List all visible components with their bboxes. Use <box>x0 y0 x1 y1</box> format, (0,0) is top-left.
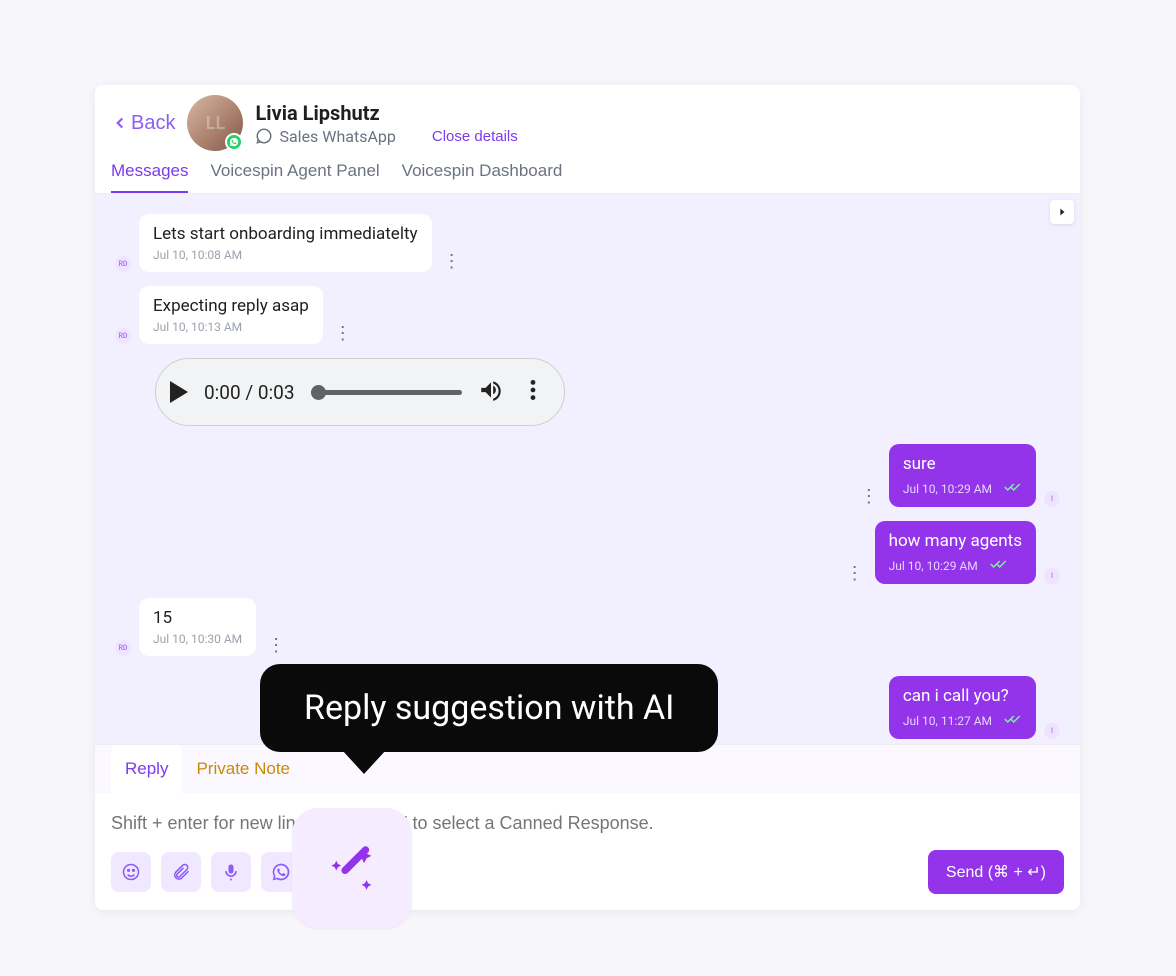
sender-avatar: RD <box>115 640 131 656</box>
chevron-left-icon <box>111 114 129 132</box>
whatsapp-icon <box>255 127 273 145</box>
message-bubble[interactable]: Expecting reply asap Jul 10, 10:13 AM <box>139 286 323 344</box>
message-bubble[interactable]: 15 Jul 10, 10:30 AM <box>139 598 256 656</box>
conversation-panel: Back LL Livia Lipshutz Sales WhatsApp Cl… <box>95 85 1080 910</box>
send-label: Send (⌘ + ↵) <box>946 862 1046 882</box>
message-text: how many agents <box>889 531 1022 551</box>
sender-avatar: RD <box>115 328 131 344</box>
message-menu[interactable]: ⋮ <box>857 486 881 507</box>
composer-toolbar <box>111 852 301 892</box>
message-menu[interactable]: ⋮ <box>264 635 288 656</box>
message-text: sure <box>903 454 1022 474</box>
chevron-right-icon <box>1057 207 1067 217</box>
ai-tooltip-text: Reply suggestion with AI <box>304 688 674 728</box>
message-menu[interactable]: ⋮ <box>331 323 355 344</box>
read-receipt-icon <box>990 555 1008 574</box>
message-row: RD Lets start onboarding immediatelty Ju… <box>115 214 1060 272</box>
conversation-header: Back LL Livia Lipshutz Sales WhatsApp Cl… <box>95 85 1080 151</box>
magic-wand-icon <box>323 839 381 897</box>
message-timestamp: Jul 10, 10:29 AM <box>889 559 978 573</box>
contact-info: Livia Lipshutz Sales WhatsApp Close deta… <box>255 101 517 146</box>
play-button[interactable] <box>170 381 188 403</box>
volume-button[interactable] <box>478 377 504 407</box>
sender-avatar: RD <box>115 256 131 272</box>
message-text: Lets start onboarding immediatelty <box>153 224 418 244</box>
composer: Reply Private Note <box>95 744 1080 910</box>
message-timestamp: Jul 10, 10:13 AM <box>153 320 309 334</box>
channel-label: Sales WhatsApp <box>279 127 395 146</box>
paperclip-icon <box>171 862 191 882</box>
messages-list: RD Lets start onboarding immediatelty Ju… <box>95 194 1080 744</box>
message-timestamp: Jul 10, 10:08 AM <box>153 248 418 262</box>
message-menu[interactable]: ⋮ <box>440 251 464 272</box>
emoji-icon <box>121 862 141 882</box>
message-text: can i call you? <box>903 686 1022 706</box>
audio-time: 0:00 / 0:03 <box>204 381 295 404</box>
sender-avatar: I <box>1044 491 1060 507</box>
message-text: Expecting reply asap <box>153 296 309 316</box>
ai-tooltip: Reply suggestion with AI <box>260 664 718 752</box>
whatsapp-badge <box>225 133 243 151</box>
sender-avatar: I <box>1044 723 1060 739</box>
close-details-button[interactable]: Close details <box>432 128 518 145</box>
message-row: ⋮ sure Jul 10, 10:29 AM I <box>115 444 1060 507</box>
tab-dashboard[interactable]: Voicespin Dashboard <box>402 161 563 193</box>
ai-reply-suggestion-button[interactable] <box>292 808 412 928</box>
read-receipt-icon <box>1004 710 1022 729</box>
send-button[interactable]: Send (⌘ + ↵) <box>928 850 1064 894</box>
contact-name: Livia Lipshutz <box>255 101 517 125</box>
message-row: RD Expecting reply asap Jul 10, 10:13 AM… <box>115 286 1060 344</box>
composer-tabs: Reply Private Note <box>95 745 1080 793</box>
whatsapp-icon <box>229 137 239 147</box>
composer-tab-private-note[interactable]: Private Note <box>182 745 304 793</box>
tab-messages[interactable]: Messages <box>111 161 188 193</box>
message-timestamp: Jul 10, 10:30 AM <box>153 632 242 646</box>
whatsapp-icon <box>271 862 291 882</box>
read-receipt-icon <box>1004 478 1022 497</box>
expand-sidebar-button[interactable] <box>1050 200 1074 224</box>
contact-avatar[interactable]: LL <box>187 95 243 151</box>
tab-agent-panel[interactable]: Voicespin Agent Panel <box>210 161 379 193</box>
emoji-button[interactable] <box>111 852 151 892</box>
message-row: RD 15 Jul 10, 10:30 AM ⋮ <box>115 598 1060 656</box>
voice-record-button[interactable] <box>211 852 251 892</box>
message-bubble[interactable]: Lets start onboarding immediatelty Jul 1… <box>139 214 432 272</box>
message-timestamp: Jul 10, 11:27 AM <box>903 714 992 728</box>
message-input[interactable] <box>111 797 1064 850</box>
message-bubble[interactable]: how many agents Jul 10, 10:29 AM <box>875 521 1036 584</box>
message-bubble[interactable]: can i call you? Jul 10, 11:27 AM <box>889 676 1036 739</box>
more-vertical-icon <box>520 377 546 403</box>
composer-tab-reply[interactable]: Reply <box>111 745 182 793</box>
sender-avatar: I <box>1044 568 1060 584</box>
volume-icon <box>478 377 504 403</box>
message-timestamp: Jul 10, 10:29 AM <box>903 482 992 496</box>
conversation-tabs: Messages Voicespin Agent Panel Voicespin… <box>95 151 1080 194</box>
audio-message[interactable]: 0:00 / 0:03 <box>155 358 565 426</box>
message-menu[interactable]: ⋮ <box>843 563 867 584</box>
microphone-icon <box>221 862 241 882</box>
message-text: 15 <box>153 608 242 628</box>
message-row: ⋮ how many agents Jul 10, 10:29 AM I <box>115 521 1060 584</box>
message-bubble[interactable]: sure Jul 10, 10:29 AM <box>889 444 1036 507</box>
audio-menu[interactable] <box>520 377 546 407</box>
attachment-button[interactable] <box>161 852 201 892</box>
audio-seek-slider[interactable] <box>311 390 462 395</box>
back-label: Back <box>131 112 175 135</box>
back-button[interactable]: Back <box>111 112 175 135</box>
